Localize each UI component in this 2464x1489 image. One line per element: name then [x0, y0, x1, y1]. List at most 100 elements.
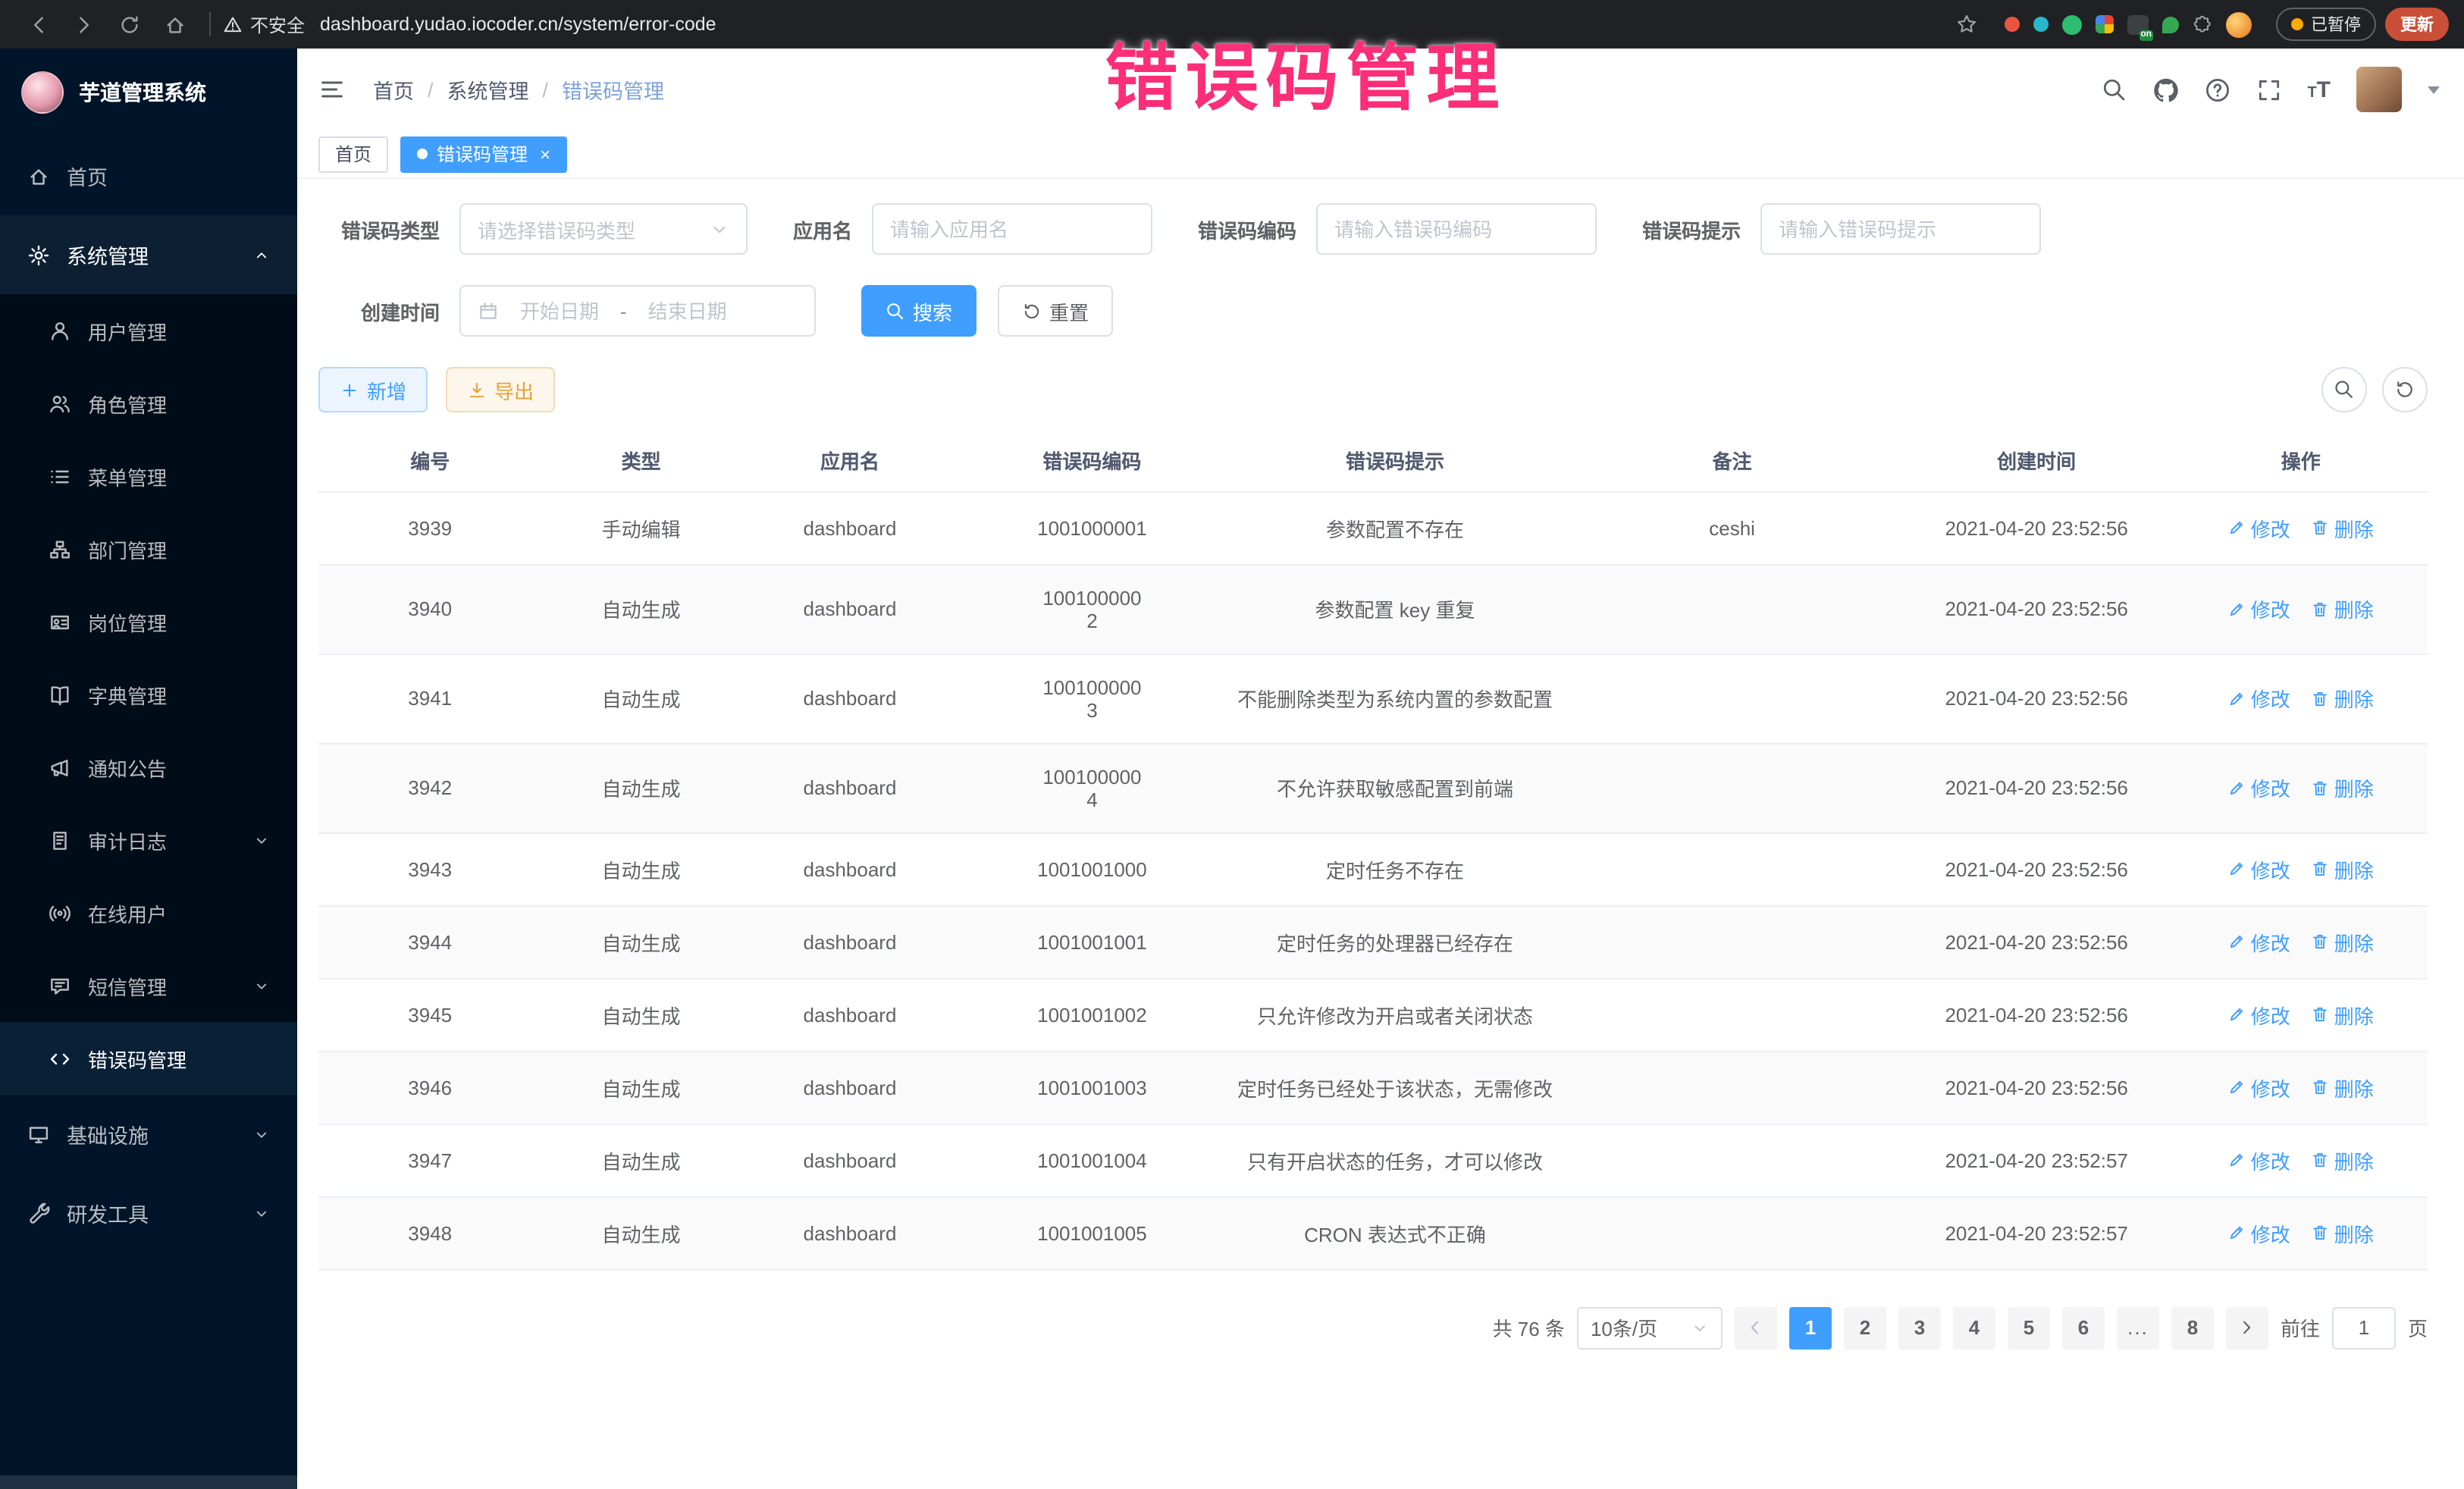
page-button-5[interactable]: 5 [2008, 1306, 2050, 1349]
sidebar-item-home[interactable]: 首页 [0, 136, 297, 215]
prev-page-button[interactable] [1735, 1306, 1777, 1349]
refresh-table-button[interactable] [2382, 367, 2428, 412]
chevron-down-icon [710, 219, 729, 239]
delete-link[interactable]: 删除 [2312, 1218, 2374, 1247]
page-button-1[interactable]: 1 [1789, 1306, 1832, 1349]
sidebar-item-badge[interactable]: 岗位管理 [0, 585, 297, 658]
extension-icon[interactable] [2062, 14, 2082, 34]
app-logo[interactable]: 芋道管理系统 [0, 49, 297, 136]
goto-label: 前往 [2281, 1313, 2320, 1342]
code-icon [49, 1047, 71, 1070]
edit-link[interactable]: 修改 [2228, 854, 2290, 883]
tab-error-code[interactable]: 错误码管理 × [400, 136, 567, 172]
goto-page-input[interactable] [2332, 1306, 2396, 1349]
help-icon[interactable] [2204, 77, 2230, 102]
delete-link[interactable]: 删除 [2312, 773, 2374, 802]
error-code-input[interactable] [1334, 218, 1578, 240]
page-button-6[interactable]: 6 [2062, 1306, 2105, 1349]
search-icon[interactable] [2101, 77, 2127, 102]
edit-link[interactable]: 修改 [2228, 1146, 2290, 1174]
sidebar-item-wrench[interactable]: 研发工具 [0, 1174, 297, 1252]
search-button[interactable]: 搜索 [861, 285, 977, 337]
date-range-picker[interactable]: - [459, 285, 816, 337]
browser-back-icon[interactable] [20, 6, 56, 42]
collapse-menu-icon[interactable] [318, 76, 346, 103]
sidebar-item-log[interactable]: 审计日志 [0, 804, 297, 876]
delete-link[interactable]: 删除 [2312, 1000, 2374, 1029]
edit-link[interactable]: 修改 [2228, 684, 2290, 713]
delete-link[interactable]: 删除 [2312, 594, 2374, 623]
extensions-puzzle-icon[interactable] [2193, 14, 2212, 34]
app-name-input[interactable] [890, 218, 1134, 240]
sidebar-item-sms[interactable]: 短信管理 [0, 949, 297, 1022]
sidebar-item-org[interactable]: 部门管理 [0, 513, 297, 585]
edit-link[interactable]: 修改 [2228, 773, 2290, 802]
page-button-2[interactable]: 2 [1844, 1306, 1886, 1349]
next-page-button[interactable] [2226, 1306, 2268, 1349]
reset-button[interactable]: 重置 [998, 285, 1113, 337]
paused-chip[interactable]: 已暂停 [2276, 8, 2376, 41]
font-size-icon[interactable]: TT [2307, 78, 2331, 101]
sidebar-collapse-bar[interactable] [0, 1475, 297, 1489]
error-code-table: 编号 类型 应用名 错误码编码 错误码提示 备注 创建时间 操作 3939手动编… [318, 431, 2428, 1270]
delete-link[interactable]: 删除 [2312, 684, 2374, 713]
close-icon[interactable]: × [540, 145, 550, 163]
update-button[interactable]: 更新 [2385, 8, 2449, 41]
start-date-input[interactable] [508, 299, 611, 322]
delete-link[interactable]: 删除 [2312, 1146, 2374, 1174]
edit-link[interactable]: 修改 [2228, 513, 2290, 542]
table-row: 3942自动生成dashboard100100000 4不允许获取敏感配置到前端… [318, 743, 2428, 832]
edit-link[interactable]: 修改 [2228, 1073, 2290, 1102]
page-size-select[interactable]: 10条/页 [1577, 1306, 1723, 1349]
error-type-select[interactable]: 请选择错误码类型 [459, 203, 748, 255]
sidebar-item-monitor[interactable]: 基础设施 [0, 1095, 297, 1174]
sidebar-item-gear[interactable]: 系统管理 [0, 215, 297, 294]
browser-profile-avatar[interactable] [2226, 11, 2252, 37]
sidebar-item-users[interactable]: 角色管理 [0, 367, 297, 440]
sidebar-item-code[interactable]: 错误码管理 [0, 1022, 297, 1095]
page-button-3[interactable]: 3 [1898, 1306, 1941, 1349]
export-button[interactable]: 导出 [446, 367, 555, 412]
address-bar[interactable]: dashboard.yudao.iocoder.cn/system/error-… [320, 14, 1944, 35]
security-chip[interactable]: 不安全 [223, 11, 305, 37]
extension-icon[interactable] [2096, 15, 2114, 33]
edit-link[interactable]: 修改 [2228, 927, 2290, 956]
row-app: dashboard [741, 905, 959, 978]
browser-reload-icon[interactable] [111, 6, 147, 42]
browser-home-icon[interactable] [156, 6, 193, 42]
sidebar-item-book[interactable]: 字典管理 [0, 658, 297, 731]
page-button-4[interactable]: 4 [1953, 1306, 1995, 1349]
toggle-search-button[interactable] [2321, 367, 2367, 412]
fullscreen-icon[interactable] [2256, 77, 2281, 102]
delete-link[interactable]: 删除 [2312, 513, 2374, 542]
github-icon[interactable] [2152, 77, 2178, 102]
edit-link[interactable]: 修改 [2228, 594, 2290, 623]
sidebar-item-megaphone[interactable]: 通知公告 [0, 731, 297, 804]
sidebar-item-menu-list[interactable]: 菜单管理 [0, 440, 297, 513]
row-id: 3945 [318, 978, 541, 1051]
chevron-down-icon[interactable] [2428, 86, 2440, 93]
end-date-input[interactable] [636, 299, 739, 322]
extension-icon[interactable] [2162, 16, 2179, 33]
user-avatar[interactable] [2356, 67, 2402, 112]
monitor-icon [27, 1123, 50, 1146]
extension-icon[interactable]: on [2127, 14, 2149, 34]
add-button[interactable]: 新增 [318, 367, 428, 412]
sidebar-item-online[interactable]: 在线用户 [0, 876, 297, 949]
edit-link[interactable]: 修改 [2228, 1000, 2290, 1029]
delete-link[interactable]: 删除 [2312, 927, 2374, 956]
breadcrumb-home[interactable]: 首页 [373, 74, 414, 105]
sidebar-item-user[interactable]: 用户管理 [0, 294, 297, 367]
breadcrumb-system[interactable]: 系统管理 [447, 74, 529, 105]
browser-forward-icon[interactable] [65, 6, 102, 42]
extension-icon[interactable] [2033, 17, 2049, 32]
row-created: 2021-04-20 23:52:56 [1899, 743, 2174, 832]
edit-link[interactable]: 修改 [2228, 1218, 2290, 1247]
delete-link[interactable]: 删除 [2312, 1073, 2374, 1102]
error-hint-input[interactable] [1779, 218, 2023, 240]
bookmark-star-icon[interactable] [1948, 6, 1985, 42]
delete-link[interactable]: 删除 [2312, 854, 2374, 883]
extension-icon[interactable] [2005, 17, 2020, 32]
page-button-8[interactable]: 8 [2171, 1306, 2214, 1349]
tab-home[interactable]: 首页 [318, 136, 388, 172]
